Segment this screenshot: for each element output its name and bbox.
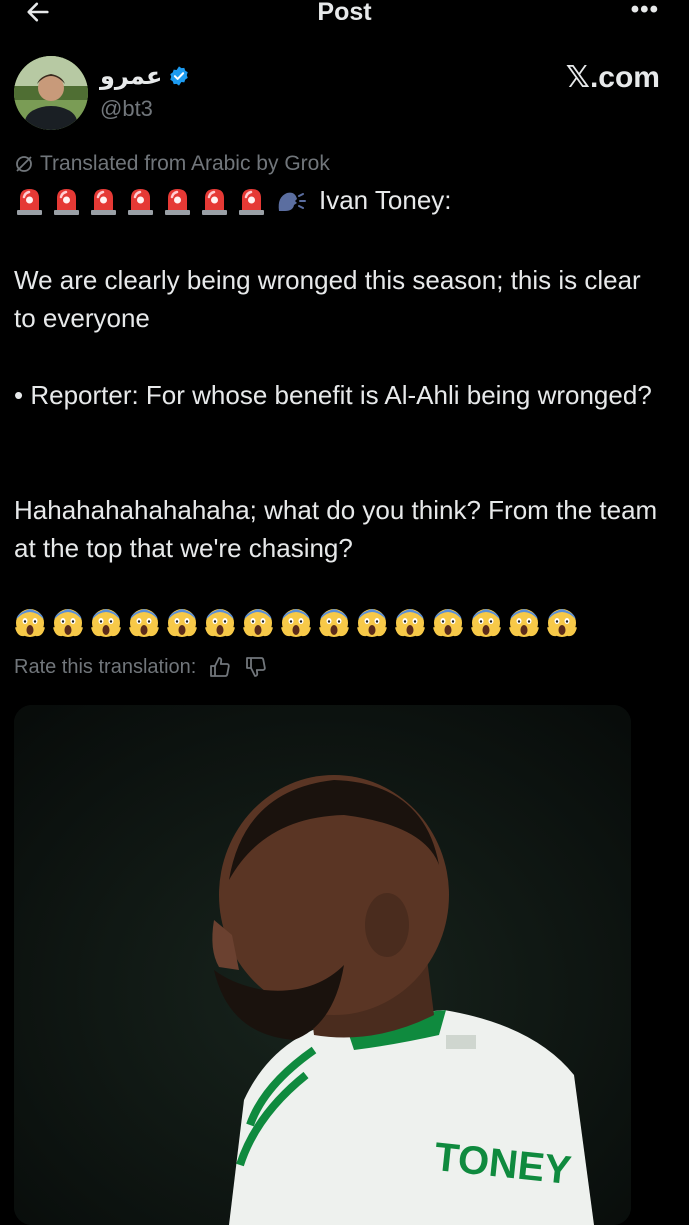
rotating-light-emoji-icon <box>54 189 79 215</box>
post-author: عمرو @bt3 𝕏.com <box>14 56 674 136</box>
face-screaming-emoji-icon <box>395 609 425 637</box>
face-screaming-emoji-icon <box>167 609 197 637</box>
rotating-light-emoji-icon <box>165 189 190 215</box>
page-title: Post <box>317 0 372 26</box>
more-horizontal-icon: ••• <box>630 0 659 23</box>
translation-note-text: Translated from Arabic by Grok <box>40 152 330 175</box>
face-screaming-emoji-icon <box>243 609 273 637</box>
avatar[interactable] <box>14 56 88 130</box>
face-screaming-emoji-icon <box>319 609 349 637</box>
rate-translation: Rate this translation: <box>14 655 268 679</box>
face-screaming-emoji-icon <box>129 609 159 637</box>
rotating-light-emoji-icon <box>128 189 153 215</box>
grok-icon <box>16 156 32 172</box>
post-line-1: Ivan Toney: <box>14 185 452 216</box>
rotating-light-emoji-icon <box>17 189 42 215</box>
verified-badge-icon <box>170 66 189 86</box>
face-screaming-emoji-icon <box>205 609 235 637</box>
more-options-button[interactable]: ••• <box>631 0 659 24</box>
face-screaming-emoji-icon <box>15 609 45 637</box>
thumbs-up-icon[interactable] <box>208 655 232 679</box>
author-name[interactable]: عمرو <box>100 62 162 90</box>
speaking-head-emoji-icon <box>278 192 306 211</box>
post-paragraph-2: • Reporter: For whose benefit is Al-Ahli… <box>14 380 652 410</box>
rotating-light-emoji-icon <box>239 189 264 215</box>
face-screaming-emoji-icon <box>357 609 387 637</box>
face-screaming-emoji-icon <box>433 609 463 637</box>
rotating-light-emoji-icon <box>91 189 116 215</box>
rate-translation-label: Rate this translation: <box>14 655 197 678</box>
post-media-image[interactable]: TONEY <box>14 705 631 1225</box>
thumbs-down-icon[interactable] <box>244 655 268 679</box>
siren-emoji-group <box>14 185 267 216</box>
face-screaming-emoji-icon <box>281 609 311 637</box>
face-screaming-emoji-icon <box>91 609 121 637</box>
scream-emoji-group <box>14 607 578 639</box>
face-screaming-emoji-icon <box>547 609 577 637</box>
translation-note: Translated from Arabic by Grok <box>14 152 330 176</box>
face-screaming-emoji-icon <box>509 609 539 637</box>
face-screaming-emoji-icon <box>471 609 501 637</box>
x-watermark: 𝕏.com <box>565 61 660 94</box>
post-paragraph-1: We are clearly being wronged this season… <box>14 265 648 333</box>
face-screaming-emoji-icon <box>53 609 83 637</box>
top-bar: Post ••• <box>0 0 689 30</box>
player-photo: TONEY <box>14 705 631 1225</box>
post-paragraph-3: Hahahahahahahaha; what do you think? Fro… <box>14 495 665 563</box>
rotating-light-emoji-icon <box>202 189 227 215</box>
post-line-1-text: Ivan Toney: <box>319 185 452 215</box>
author-handle[interactable]: @bt3 <box>100 96 153 122</box>
